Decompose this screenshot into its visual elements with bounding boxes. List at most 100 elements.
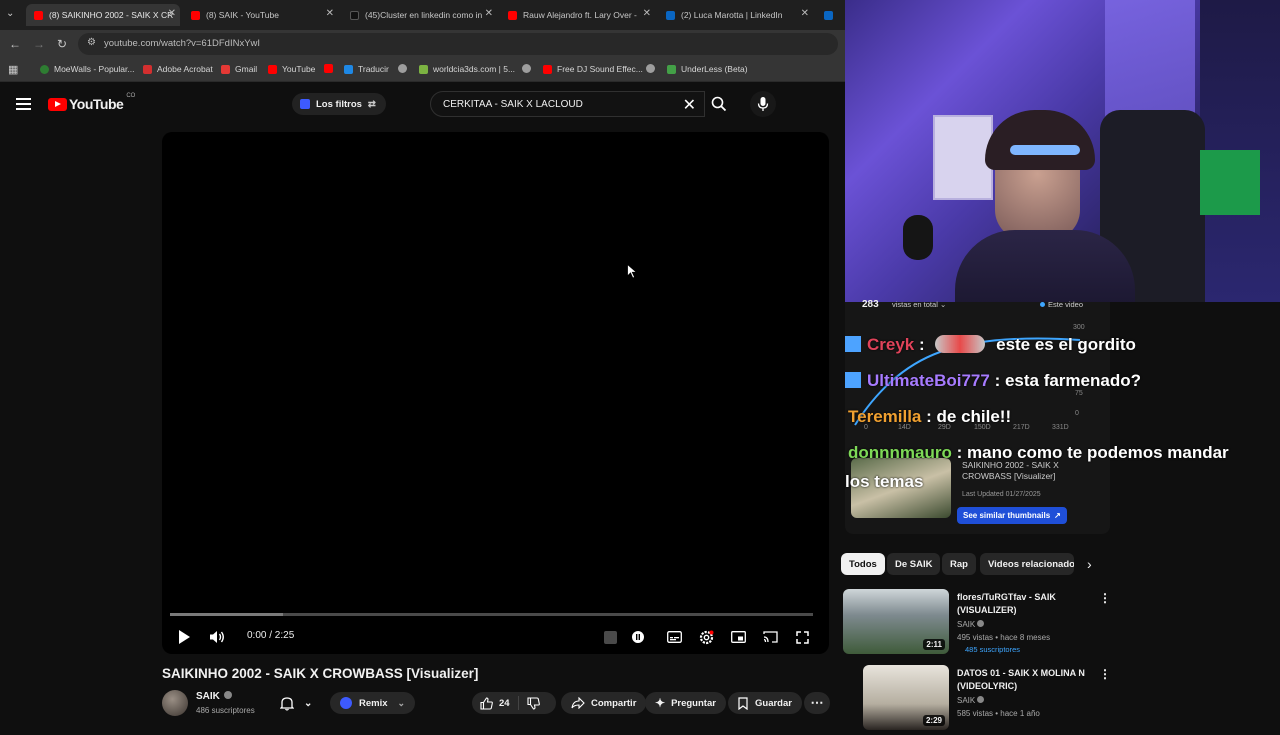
thumbs-up-icon — [480, 696, 493, 710]
bookmark-item[interactable]: YouTube — [268, 64, 315, 74]
tab-close-icon[interactable]: ✕ — [168, 8, 176, 19]
tab-close-icon[interactable]: ✕ — [801, 8, 809, 19]
forward-icon[interactable]: → — [33, 37, 45, 51]
bookmark-item[interactable]: UnderLess (Beta) — [667, 64, 748, 74]
channel-name[interactable]: SAIK — [957, 696, 985, 705]
channel-name[interactable]: SAIK — [196, 691, 232, 702]
views-label[interactable]: vistas en total ⌄ — [892, 300, 946, 309]
webcam-person-body — [955, 230, 1135, 302]
save-button[interactable]: Guardar — [728, 692, 802, 714]
more-options-icon[interactable]: ⋮ — [1099, 591, 1111, 605]
video-player[interactable]: 0:00 / 2:25 — [162, 132, 829, 654]
share-button[interactable]: Compartir — [561, 692, 647, 714]
site-info-icon[interactable]: ⚙ — [87, 37, 96, 48]
duration-badge: 2:29 — [922, 715, 945, 726]
menu-icon[interactable] — [16, 98, 31, 110]
chip-todos[interactable]: Todos — [841, 553, 885, 575]
volume-button[interactable] — [209, 629, 225, 645]
subtitles-button[interactable] — [666, 629, 682, 645]
chip-de-saik[interactable]: De SAIK — [887, 553, 941, 575]
extension-button[interactable] — [602, 629, 618, 645]
bookmark-item[interactable] — [324, 64, 338, 73]
tab-close-icon[interactable]: ✕ — [643, 8, 651, 19]
voice-search-button[interactable] — [750, 91, 776, 117]
bookmark-favicon-icon — [221, 64, 230, 74]
chip-rap[interactable]: Rap — [942, 553, 976, 575]
tab-label: (45)Cluster en linkedin como in — [365, 10, 483, 20]
sparkle-icon: ✦ — [655, 696, 666, 710]
browser-tab[interactable]: Rauw Alejandro ft. Lary Over - ✕ — [500, 4, 655, 26]
views-count: 283 — [862, 299, 879, 310]
reload-icon[interactable]: ↻ — [57, 37, 67, 51]
bookmark-favicon-icon — [268, 64, 277, 74]
subscriber-count: 485 suscriptores — [965, 645, 1021, 654]
tab-close-icon[interactable]: ✕ — [326, 8, 334, 19]
bookmark-favicon-icon — [522, 64, 531, 73]
video-thumbnail[interactable]: 2:29 — [863, 665, 949, 730]
search-input[interactable]: CERKITAA - SAIK X LACLOUD ✕ — [430, 91, 705, 117]
remix-button[interactable]: Remix ⌄ — [330, 692, 416, 714]
bookmark-favicon-icon — [324, 64, 333, 73]
browser-tab[interactable]: (2) Luca Marotta | LinkedIn ✕ — [658, 4, 813, 26]
chevron-down-icon: ⌄ — [397, 697, 406, 708]
bookmark-favicon-icon — [646, 64, 655, 73]
chip-videos-relacionados[interactable]: Videos relacionado — [980, 553, 1074, 575]
more-options-icon[interactable]: ⋮ — [1099, 667, 1111, 681]
bookmark-item[interactable]: Adobe Acrobat — [143, 64, 213, 74]
dislike-button[interactable] — [519, 696, 548, 710]
recommended-video[interactable]: 2:29 DATOS 01 - SAIK X MOLINA N (VIDEOLY… — [843, 665, 1113, 735]
notifications-button[interactable]: ⌄ — [274, 692, 318, 714]
tab-close-icon[interactable]: ✕ — [485, 8, 493, 19]
gear-icon — [699, 630, 713, 644]
bookmark-item[interactable] — [522, 64, 536, 73]
ask-button[interactable]: ✦ Preguntar — [645, 692, 726, 714]
bookmark-item[interactable] — [646, 64, 660, 73]
browser-tab[interactable] — [816, 4, 845, 26]
bookmark-item[interactable]: MoeWalls - Popular... — [40, 64, 134, 74]
youtube-logo[interactable]: YouTube CO — [48, 93, 135, 112]
bookmark-item[interactable]: Traducir — [344, 64, 389, 74]
similar-thumbnails-button[interactable]: See similar thumbnails ↗ — [957, 507, 1067, 524]
external-link-icon: ↗ — [1054, 511, 1061, 520]
last-updated: Last Updated 01/27/2025 — [962, 491, 1041, 498]
play-icon — [179, 630, 190, 644]
video-meta: 585 vistas • hace 1 año — [957, 709, 1040, 718]
progress-bar[interactable] — [170, 613, 813, 616]
like-button[interactable]: 24 — [472, 696, 519, 710]
browser-tab-bar: ⌄ (8) SAIKINHO 2002 - SAIK X CR ✕ (8) SA… — [0, 0, 845, 30]
recommended-video[interactable]: 2:11 flores/TuRGTfav - SAIK (VISUALIZER)… — [843, 589, 1113, 659]
channel-name[interactable]: SAIK — [957, 620, 985, 629]
filters-button[interactable]: Los filtros ⇄ — [292, 93, 386, 115]
apps-grid-icon[interactable]: ▦ — [8, 63, 18, 76]
url-field[interactable]: ⚙ youtube.com/watch?v=61DFdINxYwI — [78, 33, 838, 55]
url-text: youtube.com/watch?v=61DFdINxYwI — [104, 38, 261, 49]
bookmark-item[interactable]: worldcia3ds.com | 5... — [419, 64, 515, 74]
share-icon — [571, 697, 585, 709]
miniplayer-button[interactable] — [730, 629, 746, 645]
more-actions-button[interactable]: ⋯ — [804, 692, 830, 714]
fullscreen-button[interactable] — [794, 629, 810, 645]
video-title[interactable]: flores/TuRGTfav - SAIK (VISUALIZER) — [957, 591, 1097, 617]
settings-button[interactable] — [698, 629, 714, 645]
browser-tab[interactable]: (8) SAIKINHO 2002 - SAIK X CR ✕ — [26, 4, 180, 26]
bookmark-item[interactable]: Gmail — [221, 64, 257, 74]
browser-tab[interactable]: (45)Cluster en linkedin como in ✕ — [342, 4, 497, 26]
cast-button[interactable] — [762, 629, 778, 645]
video-title[interactable]: DATOS 01 - SAIK X MOLINA N (VIDEOLYRIC) — [957, 667, 1097, 693]
video-thumbnail[interactable]: 2:11 — [843, 589, 949, 654]
chevron-right-icon[interactable]: › — [1087, 556, 1092, 572]
bookmark-item[interactable] — [398, 64, 412, 73]
chat-message: Creyk : este es el gordito — [845, 335, 1136, 355]
back-icon[interactable]: ← — [9, 37, 21, 51]
time-display: 0:00 / 2:25 — [247, 630, 295, 641]
tab-list-dropdown-icon[interactable]: ⌄ — [6, 8, 14, 19]
autoplay-toggle[interactable] — [630, 629, 646, 645]
channel-avatar[interactable] — [162, 690, 188, 716]
browser-tab[interactable]: (8) SAIK - YouTube ✕ — [183, 4, 338, 26]
clear-search-icon[interactable]: ✕ — [683, 95, 696, 115]
tab-label: (8) SAIK - YouTube — [206, 10, 279, 20]
search-button[interactable] — [705, 91, 733, 117]
bookmark-item[interactable]: Free DJ Sound Effec... — [543, 64, 643, 74]
chat-emote — [935, 335, 986, 353]
play-button[interactable] — [176, 629, 192, 645]
